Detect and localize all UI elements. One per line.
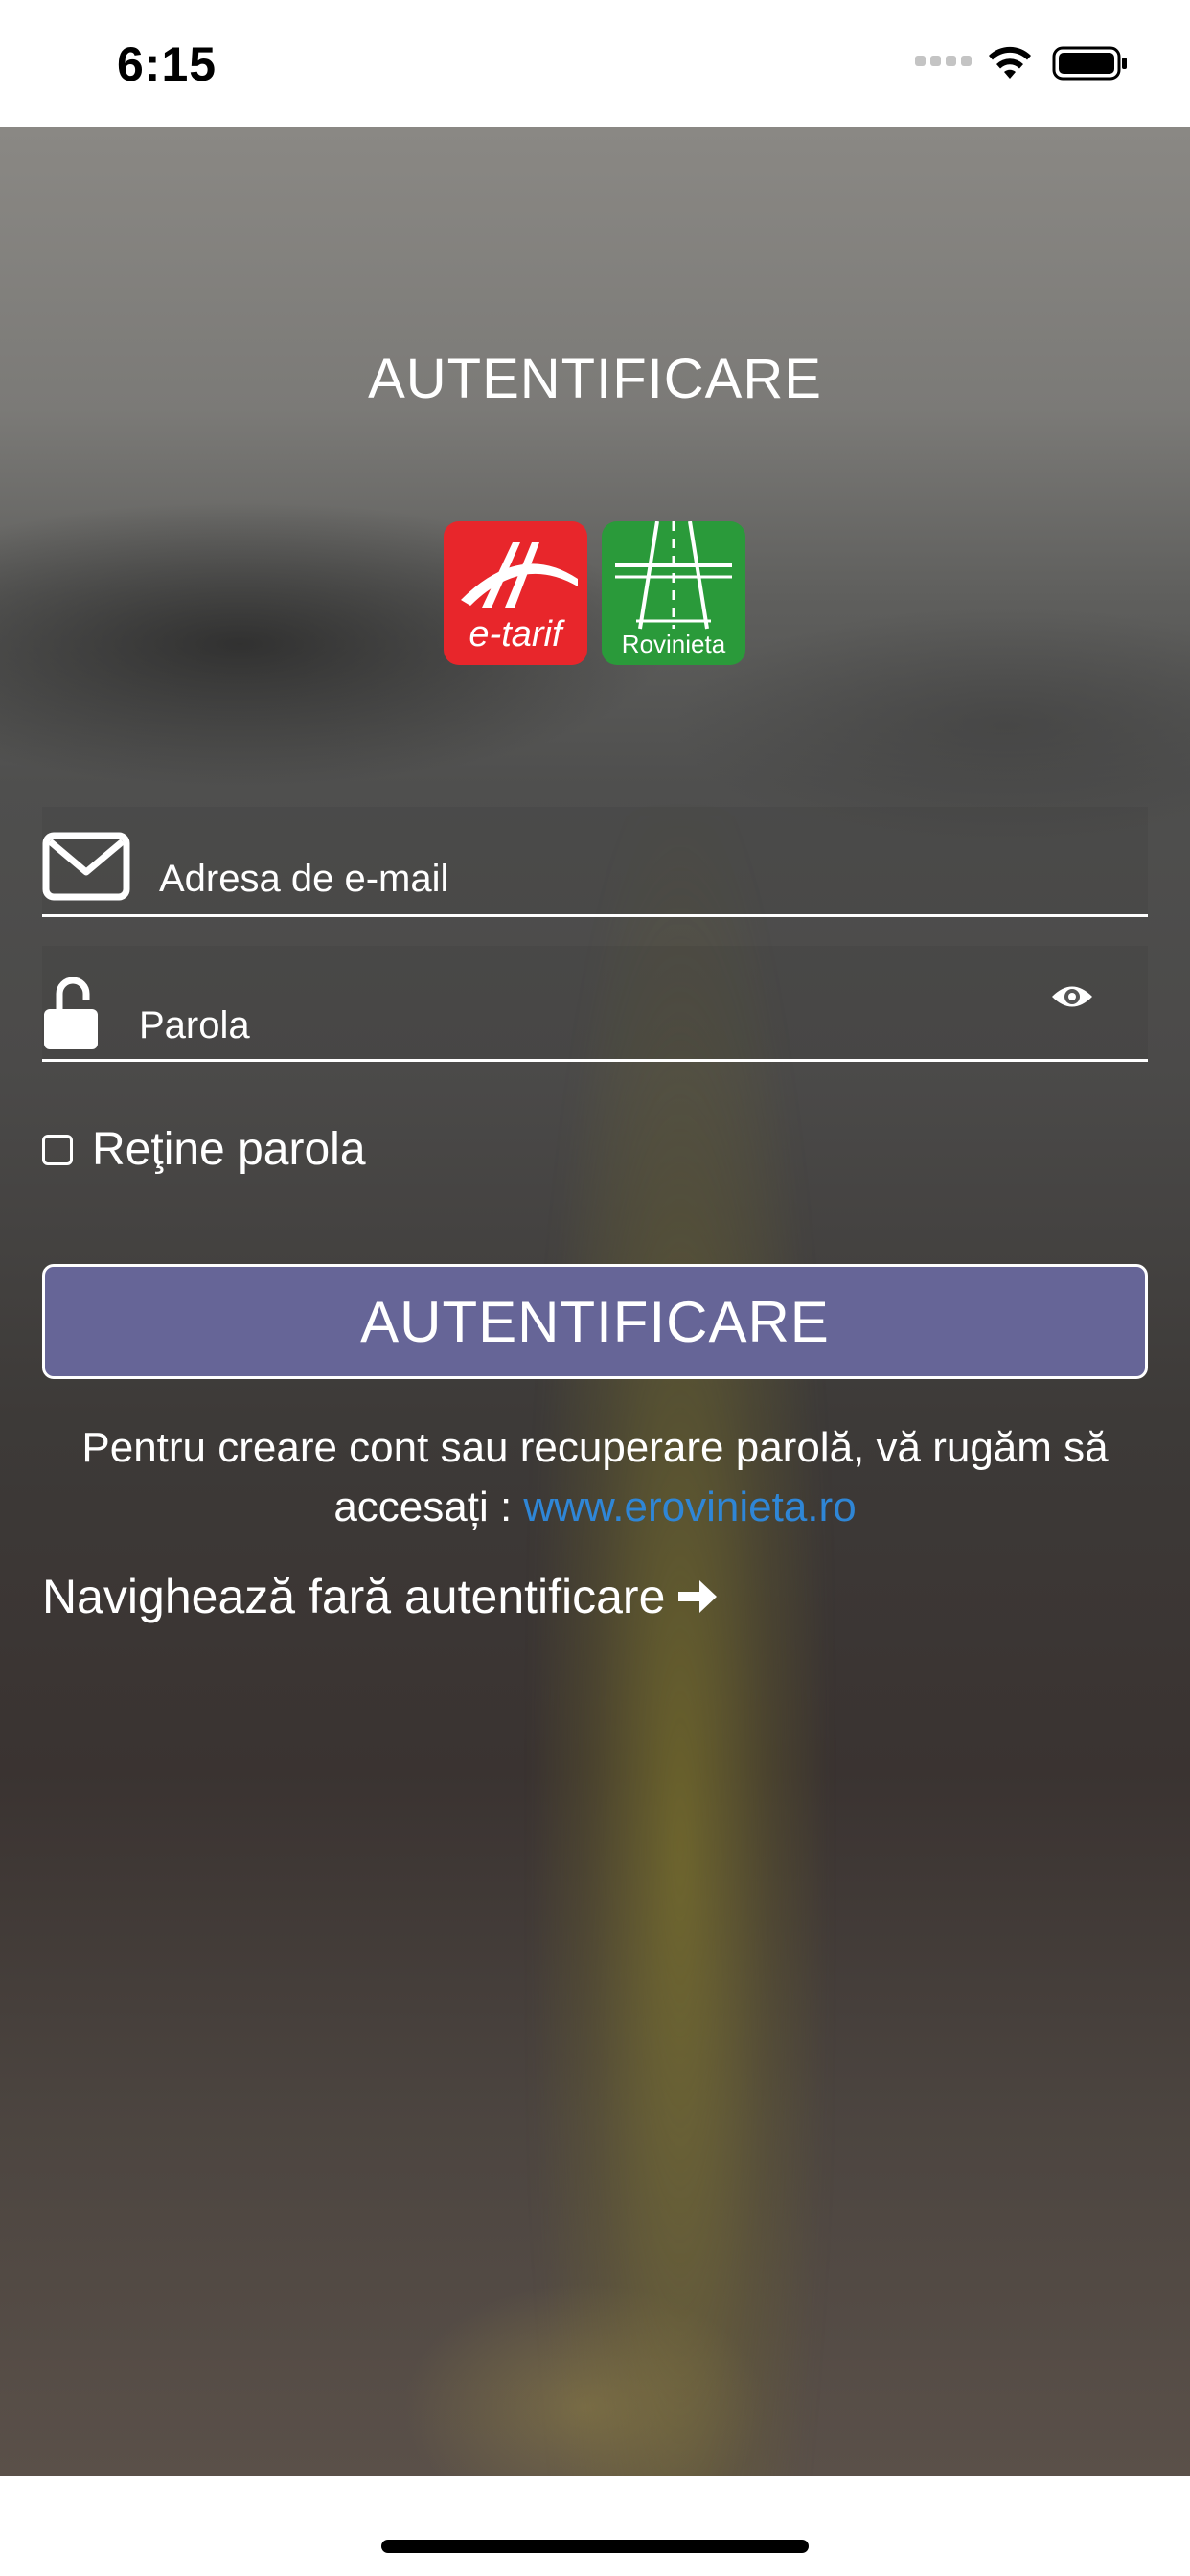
erovinieta-link[interactable]: www.erovinieta.ro [523,1484,856,1530]
login-background: AUTENTIFICARE e-tarif Rovinieta Adresa d… [0,126,1190,2476]
unlock-icon [44,977,98,1049]
status-bar: 6:15 [0,0,1190,126]
battery-icon [1052,46,1127,80]
home-indicator[interactable] [381,2540,809,2553]
remember-password-row[interactable]: Reţine parola [42,1123,366,1176]
password-input[interactable] [137,996,1003,1055]
eye-icon[interactable] [1050,980,1094,1013]
remember-password-checkbox[interactable] [42,1134,73,1165]
arrow-right-icon [678,1580,718,1613]
wifi-icon [989,46,1031,79]
bottom-safe-area [0,2476,1190,2576]
status-time: 6:15 [117,37,217,91]
email-field[interactable] [42,807,1148,917]
etarif-logo-label: e-tarif [469,614,562,655]
continue-without-login-link[interactable]: Navighează fară autentificare [42,1569,719,1624]
email-input[interactable] [157,849,1119,908]
page-title: AUTENTIFICARE [368,348,822,410]
password-field[interactable] [42,946,1148,1062]
remember-password-label: Reţine parola [92,1124,366,1175]
rovinieta-logo: Rovinieta [602,521,745,665]
etarif-logo: e-tarif [444,521,587,665]
account-info-text: Pentru creare cont sau recuperare parolă… [38,1418,1152,1537]
continue-without-login-label: Navighează fară autentificare [42,1570,666,1623]
cellular-signal-icon [915,56,972,66]
login-button[interactable]: AUTENTIFICARE [42,1264,1148,1379]
rovinieta-logo-label: Rovinieta [621,630,726,658]
envelope-icon [42,832,130,901]
